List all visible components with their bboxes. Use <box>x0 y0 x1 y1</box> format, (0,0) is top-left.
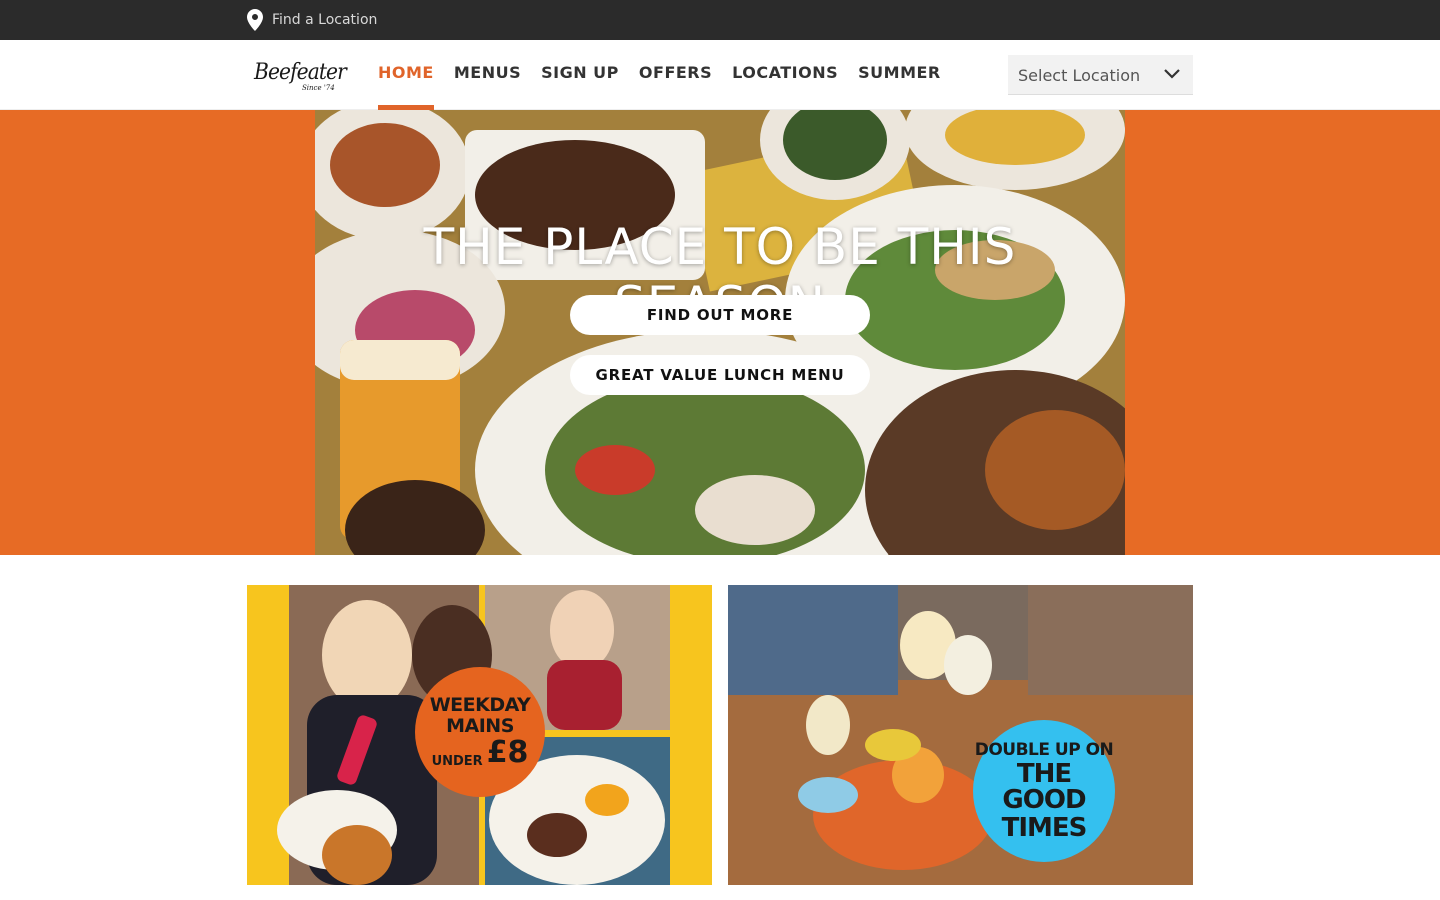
badge-line: WEEKDAY <box>429 694 531 716</box>
find-location-label: Find a Location <box>272 12 378 28</box>
badge-line: TIMES <box>1001 812 1088 843</box>
find-out-more-button[interactable]: FIND OUT MORE <box>570 295 870 335</box>
badge-line: DOUBLE UP ON <box>974 739 1114 760</box>
logo-tagline: Since '74 <box>302 84 335 92</box>
beefeater-logo[interactable]: Beefeater Since '74 <box>254 60 347 96</box>
site-header: Beefeater Since '74 HOME MENUS SIGN UP O… <box>0 40 1440 110</box>
good-times-badge: DOUBLE UP ON THE GOOD TIMES <box>973 720 1115 862</box>
badge-line: THE GOOD <box>1002 758 1086 815</box>
nav-locations[interactable]: LOCATIONS <box>732 40 838 110</box>
badge-price: £8 <box>486 735 529 770</box>
lunch-menu-button[interactable]: GREAT VALUE LUNCH MENU <box>570 355 870 395</box>
location-select[interactable]: Select Location <box>1008 55 1193 95</box>
weekday-mains-badge: WEEKDAY MAINS UNDER £8 <box>415 667 545 797</box>
nav-menus[interactable]: MENUS <box>454 40 521 110</box>
utility-bar: Find a Location <box>0 0 1440 40</box>
drinks-toast-photo <box>728 585 1193 885</box>
promo-card-good-times[interactable]: DOUBLE UP ON THE GOOD TIMES <box>728 585 1193 885</box>
badge-line: MAINS <box>446 715 514 737</box>
nav-home[interactable]: HOME <box>378 40 434 110</box>
nav-summer[interactable]: SUMMER <box>858 40 941 110</box>
chevron-down-icon <box>1164 69 1180 79</box>
find-location-link[interactable]: Find a Location <box>247 9 377 31</box>
nav-offers[interactable]: OFFERS <box>639 40 712 110</box>
main-nav: HOME MENUS SIGN UP OFFERS LOCATIONS SUMM… <box>378 40 961 110</box>
logo-wordmark: Beefeater <box>254 60 347 85</box>
hero-banner: THE PLACE TO BE THIS SEASON FIND OUT MOR… <box>0 110 1440 555</box>
location-select-value: Select Location <box>1018 66 1141 85</box>
map-pin-icon <box>247 9 263 31</box>
nav-sign-up[interactable]: SIGN UP <box>541 40 619 110</box>
promo-card-weekday-mains[interactable]: WEEKDAY MAINS UNDER £8 <box>247 585 712 885</box>
badge-line: UNDER <box>431 754 483 769</box>
